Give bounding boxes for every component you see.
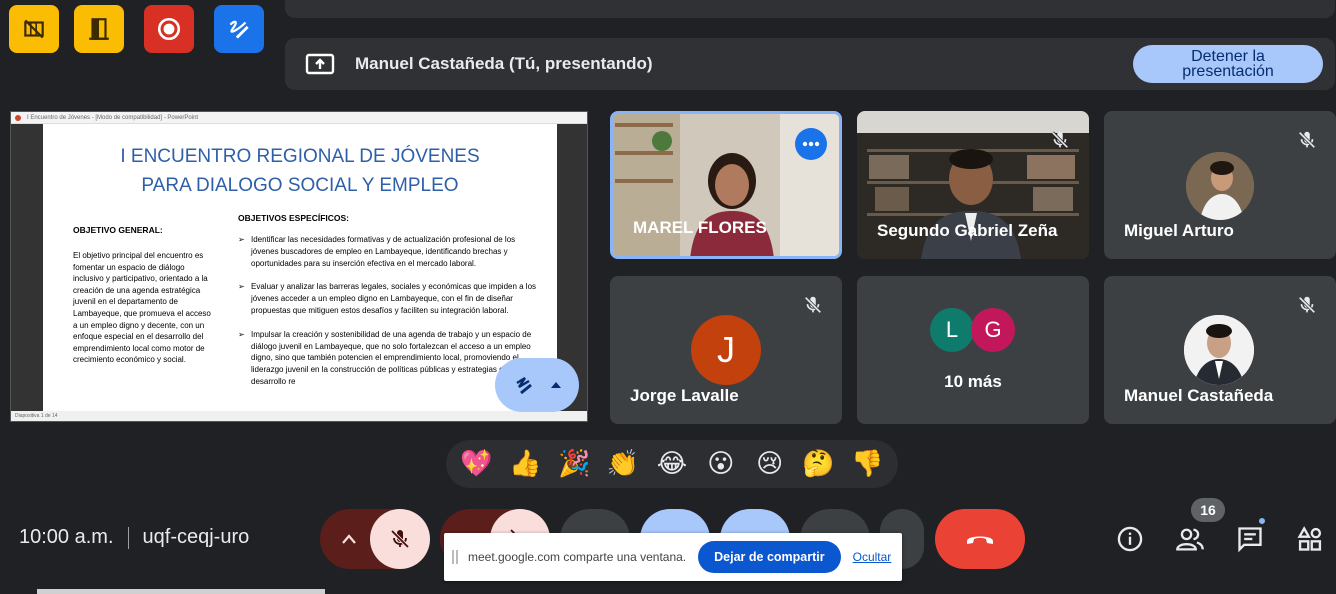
no-camera-grid-icon bbox=[24, 19, 44, 39]
reaction-clap-button[interactable]: 👏 bbox=[603, 449, 643, 479]
reaction-thumbs-down-button[interactable]: 👎 bbox=[847, 449, 887, 479]
people-icon bbox=[1176, 528, 1204, 551]
participant-name: Jorge Lavalle bbox=[630, 386, 739, 405]
slide-title-line: I ENCUENTRO REGIONAL DE JÓVENES bbox=[120, 146, 480, 167]
reaction-surprised-button[interactable]: 😮 bbox=[701, 449, 741, 479]
leave-call-button[interactable] bbox=[935, 509, 1025, 569]
door-icon bbox=[89, 18, 109, 40]
stop-presenting-button[interactable]: Detener la presentación bbox=[1133, 45, 1323, 83]
slide-content: I ENCUENTRO REGIONAL DE JÓVENES PARA DIA… bbox=[43, 124, 557, 412]
reaction-thinking-button[interactable]: 🤔 bbox=[799, 449, 839, 479]
recording-button[interactable] bbox=[144, 5, 194, 53]
mic-off-icon bbox=[1298, 131, 1316, 149]
caret-up-icon bbox=[551, 382, 561, 388]
list-item: Evaluar y analizar las barreras legales,… bbox=[238, 281, 543, 316]
end-call-icon bbox=[967, 536, 993, 544]
breakout-rooms-button[interactable] bbox=[74, 5, 124, 53]
pen-annotate-icon bbox=[516, 376, 532, 395]
participant-tile[interactable]: Segundo Gabriel Zeña bbox=[857, 111, 1089, 259]
unread-indicator bbox=[1257, 516, 1267, 526]
slide-title: I ENCUENTRO REGIONAL DE JÓVENES PARA DIA… bbox=[43, 142, 557, 200]
whiteboard-button[interactable] bbox=[214, 5, 264, 53]
participant-name: Miguel Arturo bbox=[1124, 221, 1234, 240]
chevron-up-icon bbox=[342, 534, 356, 544]
mic-off-icon bbox=[804, 296, 822, 314]
presenter-label: Manuel Castañeda (Tú, presentando) bbox=[355, 54, 653, 73]
meeting-details: 10:00 a.m. uqf-ceqj-uro bbox=[19, 526, 249, 549]
meet-window: Manuel Castañeda (Tú, presentando) Deten… bbox=[0, 0, 1336, 594]
top-info-strip bbox=[285, 0, 1335, 18]
presentation-bar: Manuel Castañeda (Tú, presentando) Deten… bbox=[285, 38, 1335, 90]
taskbar-strip bbox=[37, 589, 325, 594]
mic-off-icon bbox=[1051, 131, 1069, 149]
reaction-laugh-button[interactable]: 😂 bbox=[652, 449, 692, 479]
record-icon bbox=[157, 17, 181, 41]
more-dots-icon bbox=[802, 141, 820, 147]
slide-side-pane bbox=[11, 124, 43, 412]
avatar bbox=[1186, 152, 1254, 220]
chat-button[interactable] bbox=[1233, 522, 1267, 556]
avatar-photo bbox=[1184, 315, 1254, 385]
share-message: meet.google.com comparte una ventana. bbox=[468, 550, 687, 564]
participant-tile[interactable]: Manuel Castañeda bbox=[1104, 276, 1336, 424]
people-count-badge: 16 bbox=[1191, 498, 1225, 522]
drag-handle-icon[interactable] bbox=[452, 550, 458, 564]
annotation-toggle-button[interactable] bbox=[495, 358, 579, 412]
clock-time: 10:00 a.m. bbox=[19, 526, 114, 548]
powerpoint-icon bbox=[15, 115, 21, 121]
hide-link[interactable]: Ocultar bbox=[853, 550, 892, 564]
info-icon bbox=[1117, 526, 1143, 552]
participant-options-button[interactable] bbox=[795, 128, 827, 160]
reaction-thumbs-up-button[interactable]: 👍 bbox=[505, 449, 545, 479]
participant-name: Manuel Castañeda bbox=[1124, 386, 1274, 405]
participant-name: MAREL FLORES bbox=[633, 218, 767, 237]
specific-objectives-heading: OBJETIVOS ESPECÍFICOS: bbox=[238, 213, 349, 223]
ppt-status-bar: Diapositiva 1 de 14 bbox=[11, 411, 587, 421]
participant-tile[interactable]: J Jorge Lavalle bbox=[610, 276, 842, 424]
activities-icon bbox=[1297, 526, 1322, 551]
activities-button[interactable] bbox=[1293, 522, 1327, 556]
slide-title-line: PARA DIALOGO SOCIAL Y EMPLEO bbox=[141, 175, 459, 196]
more-count-label: 10 más bbox=[944, 372, 1002, 391]
people-button[interactable] bbox=[1173, 522, 1207, 556]
avatar: G bbox=[971, 308, 1015, 352]
mic-off-icon bbox=[390, 529, 410, 549]
divider bbox=[127, 526, 129, 549]
mic-off-icon bbox=[1298, 296, 1316, 314]
reaction-heart-button[interactable]: 💖 bbox=[456, 449, 496, 479]
reaction-party-button[interactable]: 🎉 bbox=[554, 449, 594, 479]
avatar: J bbox=[691, 315, 761, 385]
avatar-photo bbox=[1186, 152, 1254, 220]
ppt-window-title: I Encuentro de Jóvenes - [Modo de compat… bbox=[27, 115, 199, 121]
meeting-code: uqf-ceqj-uro bbox=[142, 526, 250, 548]
whiteboard-pen-icon bbox=[229, 20, 249, 39]
present-screen-icon bbox=[305, 53, 335, 75]
list-item: Identificar las necesidades formativas y… bbox=[238, 234, 543, 269]
avatar bbox=[1184, 315, 1254, 385]
meeting-info-button[interactable] bbox=[1113, 522, 1147, 556]
companion-tool-button[interactable] bbox=[9, 5, 59, 53]
participant-tile[interactable]: Miguel Arturo bbox=[1104, 111, 1336, 259]
mic-toggle-button[interactable] bbox=[370, 509, 430, 569]
reaction-sad-button[interactable]: 😢 bbox=[750, 449, 790, 479]
screen-share-notification: meet.google.com comparte una ventana. De… bbox=[444, 533, 902, 581]
stop-sharing-button[interactable]: Dejar de compartir bbox=[698, 541, 841, 573]
participant-name: Segundo Gabriel Zeña bbox=[877, 221, 1058, 240]
reactions-bar: 💖 👍 🎉 👏 😂 😮 😢 🤔 👎 bbox=[446, 440, 898, 488]
more-participants-tile[interactable]: L G 10 más bbox=[857, 276, 1089, 424]
ppt-titlebar: I Encuentro de Jóvenes - [Modo de compat… bbox=[11, 112, 587, 124]
general-objective-heading: OBJETIVO GENERAL: bbox=[73, 225, 163, 235]
avatar: L bbox=[930, 308, 974, 352]
participant-tile[interactable]: MAREL FLORES bbox=[610, 111, 842, 259]
general-objective-text: El objetivo principal del encuentro es f… bbox=[73, 251, 211, 365]
chat-icon bbox=[1238, 527, 1262, 553]
